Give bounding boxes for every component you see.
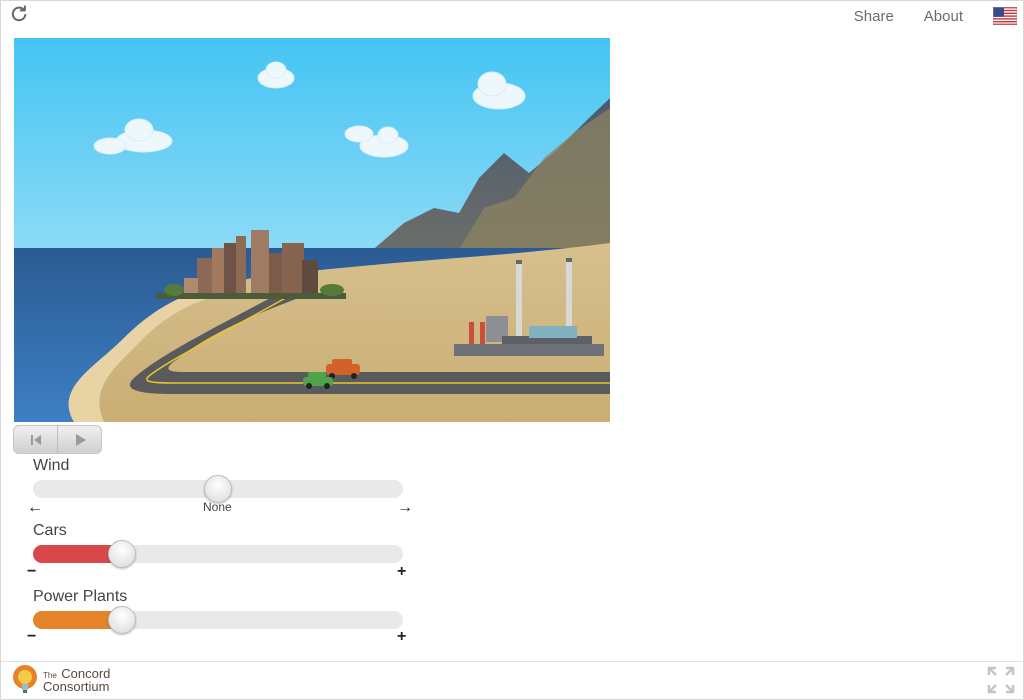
power-plants-slider-track[interactable]: [33, 606, 403, 634]
reset-button[interactable]: [14, 426, 57, 453]
about-link[interactable]: About: [924, 8, 963, 25]
share-link[interactable]: Share: [854, 8, 894, 25]
cars-slider-track[interactable]: [33, 540, 403, 568]
step-back-icon: [30, 434, 41, 445]
power-plants-plus-icon: +: [397, 628, 407, 645]
wind-slider-track[interactable]: [33, 475, 403, 503]
concord-consortium-logo[interactable]: The Concord Consortium: [11, 664, 110, 696]
logo-line2: Consortium: [43, 679, 110, 694]
play-button[interactable]: [58, 426, 101, 453]
cars-plus-icon: +: [397, 563, 407, 580]
wind-slider-thumb[interactable]: [204, 475, 232, 503]
playback-controls: [13, 425, 102, 454]
reload-icon[interactable]: [10, 5, 28, 23]
top-nav: Share About: [854, 5, 1017, 27]
play-icon: [75, 433, 86, 446]
power-plants-label: Power Plants: [33, 588, 128, 605]
wind-label: Wind: [33, 457, 70, 474]
cars-slider-thumb[interactable]: [108, 540, 136, 568]
footer-divider: [1, 661, 1024, 662]
cars-label: Cars: [33, 522, 67, 539]
power-plants-minus-icon: −: [27, 628, 37, 645]
logo-wordmark: The Concord Consortium: [43, 667, 110, 694]
us-flag-icon[interactable]: [993, 7, 1017, 25]
wind-left-arrow-icon: ←: [27, 499, 43, 516]
simulation-scene: [14, 38, 610, 422]
wind-value-label: None: [203, 500, 232, 514]
app-frame: Share About Wind ← None → Cars − + Power…: [0, 0, 1024, 700]
lightbulb-logo-icon: [13, 665, 37, 693]
cars-minus-icon: −: [27, 563, 37, 580]
wind-right-arrow-icon: →: [397, 499, 413, 516]
fullscreen-icon[interactable]: [987, 666, 1015, 694]
power-plants-slider-thumb[interactable]: [108, 606, 136, 634]
